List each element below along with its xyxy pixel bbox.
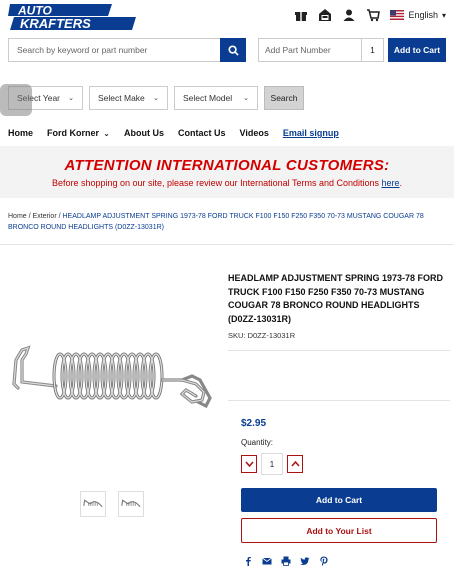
part-quantity-input[interactable]: 1 [362,38,384,62]
garage-icon[interactable] [318,8,332,22]
cart-icon[interactable] [366,8,381,22]
breadcrumb-home[interactable]: Home [8,213,27,220]
vehicle-search-button[interactable]: Search [264,86,304,110]
breadcrumb-current[interactable]: HEADLAMP ADJUSTMENT SPRING 1973-78 FORD … [8,213,424,231]
facebook-icon[interactable] [243,556,253,566]
print-icon[interactable] [281,556,291,566]
breadcrumb-exterior[interactable]: Exterior [33,213,57,220]
chevron-down-icon: ⌄ [101,129,110,138]
pinterest-icon[interactable] [319,556,329,566]
nav-home[interactable]: Home [8,128,33,138]
quantity-stepper: 1 [241,453,303,475]
twitter-icon[interactable] [300,556,310,566]
product-price: $2.95 [241,418,267,429]
email-icon[interactable] [262,556,272,566]
nav-contact[interactable]: Contact Us [178,128,226,138]
header: AUTO KRAFTERS English ▾ [0,0,454,34]
notice-title: ATTENTION INTERNATIONAL CUSTOMERS: [64,157,390,174]
quantity-input[interactable]: 1 [261,453,283,475]
language-label: English [408,10,438,20]
nav-email-signup[interactable]: Email signup [283,128,339,138]
nav-videos[interactable]: Videos [239,128,268,138]
select-make-dropdown[interactable]: Select Make ⌄ [89,86,168,110]
chevron-down-icon: ⌄ [243,95,249,102]
breadcrumb: Home / Exterior / HEADLAMP ADJUSTMENT SP… [8,211,446,233]
product-title: HEADLAMP ADJUSTMENT SPRING 1973-78 FORD … [228,273,444,324]
svg-text:KRAFTERS: KRAFTERS [20,16,91,31]
product-image[interactable] [6,340,218,412]
notice-text: Before shopping on our site, please revi… [0,178,454,188]
nav-about[interactable]: About Us [124,128,164,138]
site-logo[interactable]: AUTO KRAFTERS [8,2,136,32]
nav-ford-korner[interactable]: Ford Korner ⌄ [47,128,110,138]
us-flag-icon [390,10,405,20]
chevron-up-icon [290,461,300,467]
chevron-down-icon: ⌄ [68,95,74,102]
add-to-cart-button[interactable]: Add to Cart [241,488,437,512]
notice-body: Before shopping on our site, please revi… [51,178,382,188]
notice-end: . [399,178,403,188]
cursor-highlight [0,84,32,116]
quantity-decrease-button[interactable] [241,455,257,473]
notice-link[interactable]: here [382,178,400,188]
select-make-label: Select Make [98,93,145,103]
chevron-down-icon: ▾ [441,10,446,20]
divider [228,400,450,401]
quick-add-to-cart-button[interactable]: Add to Cart [388,38,446,62]
international-notice: ATTENTION INTERNATIONAL CUSTOMERS: Befor… [0,146,454,198]
part-number-input[interactable]: Add Part Number [258,38,362,62]
search-button[interactable] [220,38,246,62]
search-bar: Search by keyword or part number Add Par… [8,38,446,62]
nav-ford-korner-label: Ford Korner [47,128,100,138]
product-thumbnail[interactable] [118,491,144,517]
gift-icon[interactable] [294,8,308,22]
search-input[interactable]: Search by keyword or part number [8,38,220,62]
search-icon [227,44,239,56]
main-nav: Home Ford Korner ⌄ About Us Contact Us V… [8,128,339,138]
divider [228,350,450,351]
select-model-dropdown[interactable]: Select Model ⌄ [174,86,258,110]
language-selector[interactable]: English ▾ [390,10,446,20]
quantity-increase-button[interactable] [287,455,303,473]
select-model-label: Select Model [183,93,233,103]
product-thumbnail[interactable] [80,491,106,517]
product-sku: SKU: D0ZZ-13031R [228,331,296,340]
chevron-down-icon: ⌄ [153,95,159,102]
vehicle-selector: Select Year ⌄ Select Make ⌄ Select Model… [8,86,304,110]
quantity-label: Quantity: [241,438,274,447]
share-icons [243,556,329,566]
add-to-list-button[interactable]: Add to Your List [241,518,437,543]
user-icon[interactable] [342,8,356,22]
chevron-down-icon [244,461,254,467]
divider [0,244,454,245]
